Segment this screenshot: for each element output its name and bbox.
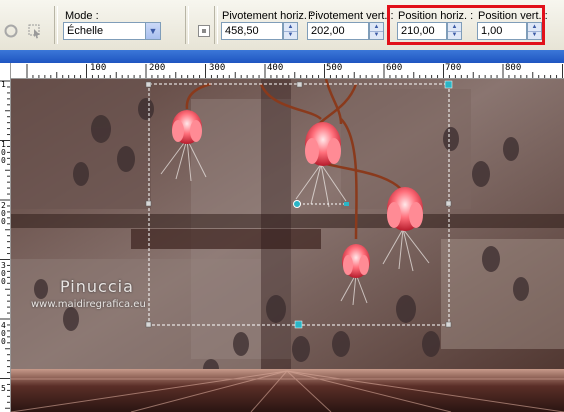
- ruler-mark-300: 300: [209, 63, 226, 73]
- position-horiz-spinner[interactable]: ▲ ▼: [447, 22, 462, 40]
- vertical-ruler: 1 1 0 0 2 0 0 3 0 0 4 0 0 5: [0, 63, 11, 412]
- ruler-mark-400: 400: [267, 63, 284, 73]
- position-vert-input[interactable]: 1,00: [477, 22, 527, 40]
- pivot-horiz-input[interactable]: 458,50: [221, 22, 283, 40]
- watermark-name: Pinuccia: [60, 277, 134, 296]
- flower: [172, 110, 202, 144]
- pivot-vert-spinner[interactable]: ▲ ▼: [369, 22, 384, 40]
- flower: [387, 187, 423, 231]
- image-canvas[interactable]: Pinuccia www.maidiregrafica.eu: [11, 79, 564, 412]
- ruler-mark-500: 500: [326, 63, 343, 73]
- position-horiz-input[interactable]: 210,00: [397, 22, 447, 40]
- toolbar-separator: [185, 6, 189, 44]
- ruler-mark-100: 100: [90, 63, 107, 73]
- ruler-vmark-400: 4 0 0: [1, 321, 6, 346]
- mode-label: Mode :: [65, 10, 99, 22]
- pick-tool-icon[interactable]: [24, 20, 46, 42]
- reset-icon[interactable]: [0, 20, 22, 42]
- vertical-ruler-ticks: [0, 80, 10, 409]
- position-vert-spinner[interactable]: ▲ ▼: [527, 22, 542, 40]
- pivot-vert-label: Pivotement vert. :: [308, 10, 394, 22]
- ruler-vmark-200: 2 0 0: [1, 201, 6, 226]
- horizontal-ruler: 100 200 300 400 500 600 700 800: [10, 63, 564, 79]
- toolbar-separator: [214, 6, 218, 44]
- pivot-vert-input[interactable]: 202,00: [307, 22, 369, 40]
- toolbar-separator: [54, 6, 58, 44]
- position-horiz-label: Position horiz. :: [398, 10, 474, 22]
- position-vert-label: Position vert. :: [478, 10, 548, 22]
- pivot-horiz-spinner[interactable]: ▲ ▼: [283, 22, 298, 40]
- artwork: [11, 79, 564, 412]
- pivot-reset-icon[interactable]: [193, 20, 215, 42]
- tool-options-toolbar: Mode : Échelle ▼ Pivotement horiz. : 458…: [0, 0, 564, 51]
- chevron-down-icon[interactable]: ▼: [145, 22, 161, 40]
- document-titlebar[interactable]: [0, 50, 564, 63]
- ruler-mark-200: 200: [149, 63, 166, 73]
- ruler-mark-600: 600: [386, 63, 403, 73]
- pivot-horiz-label: Pivotement horiz. :: [222, 10, 314, 22]
- flower: [342, 244, 370, 278]
- ruler-vmark-500: 5: [1, 384, 6, 393]
- ruler-mark-700: 700: [445, 63, 462, 73]
- watermark-url: www.maidiregrafica.eu: [31, 299, 146, 310]
- ruler-vmark-100: 1 0 0: [1, 140, 6, 165]
- flower: [305, 122, 341, 166]
- ruler-vmark-300: 3 0 0: [1, 261, 6, 286]
- ruler-mark-800: 800: [505, 63, 522, 73]
- ruler-vmark-0: 1: [1, 80, 6, 89]
